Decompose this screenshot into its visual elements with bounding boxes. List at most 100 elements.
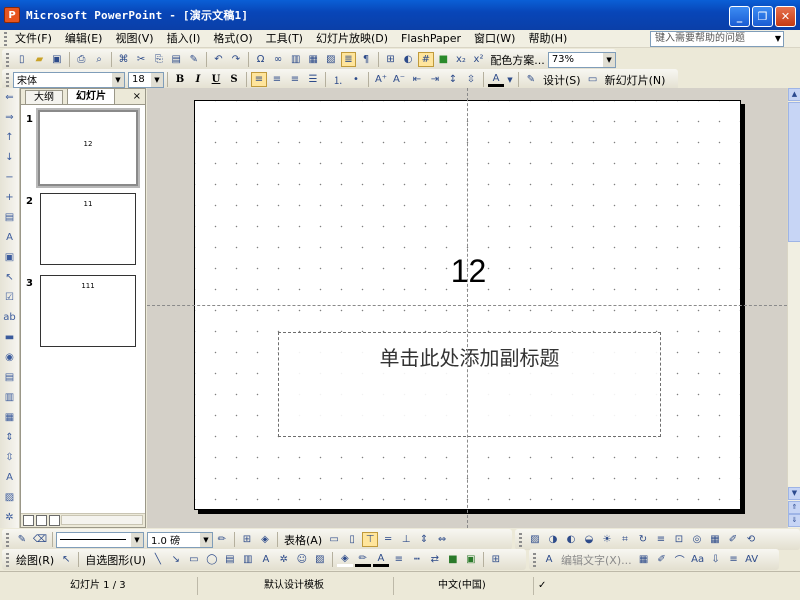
menu-grip[interactable] <box>4 31 7 46</box>
cut-icon[interactable]: ✂ <box>133 52 149 67</box>
numbering-icon[interactable]: ⒈ <box>330 72 346 87</box>
zoom-select[interactable]: 73% ▼ <box>547 51 617 68</box>
border-color-icon[interactable]: ✏ <box>214 532 230 547</box>
crop-icon[interactable]: ⌗ <box>617 532 633 547</box>
scroll-down-icon[interactable]: ▼ <box>788 487 800 500</box>
menu-edit[interactable]: 编辑(E) <box>61 30 112 48</box>
print-icon[interactable]: ⎙ <box>74 52 90 67</box>
toolbar-grip[interactable] <box>533 552 536 567</box>
help-search-input[interactable]: 键入需要帮助的问题 ▼ <box>650 31 784 47</box>
toolbar-grip[interactable] <box>6 72 9 87</box>
wordart-shape-icon[interactable]: ⌒ <box>672 552 688 567</box>
pointer-icon[interactable]: ↖ <box>3 272 16 285</box>
border-style-select[interactable]: ▼ <box>56 531 144 548</box>
close-icon[interactable]: × <box>133 91 141 102</box>
slide-thumbnail-1[interactable]: 12 <box>38 110 138 186</box>
line-color-icon[interactable]: ✏ <box>354 552 371 567</box>
chevron-down-icon[interactable]: ▼ <box>200 532 212 547</box>
abl-icon[interactable]: ab <box>3 312 16 325</box>
align-bottom-icon[interactable]: ⊥ <box>398 532 414 547</box>
compress-icon[interactable]: ⊡ <box>671 532 687 547</box>
scroll-thumb[interactable] <box>788 102 800 242</box>
line-spacing-icon[interactable]: ↕ <box>445 72 461 87</box>
slide-thumbnail-2[interactable]: 11 <box>40 193 136 265</box>
align-left-icon[interactable]: ≡ <box>251 72 267 87</box>
reset-picture-icon[interactable]: ⟲ <box>743 532 759 547</box>
slideshow-icon[interactable] <box>49 515 60 526</box>
more-controls-icon[interactable]: ✲ <box>3 512 16 525</box>
grid-guides-icon[interactable]: ⊞ <box>488 552 504 567</box>
slide-title[interactable]: 12 <box>195 253 742 290</box>
table-menu-button[interactable]: 表格(A) <box>284 532 322 548</box>
demote-icon[interactable]: ⇒ <box>3 112 16 125</box>
menu-slideshow[interactable]: 幻灯片放映(D) <box>312 30 397 48</box>
decrease-font-icon[interactable]: A⁻ <box>391 72 407 87</box>
previous-slide-icon[interactable]: ⇑ <box>788 501 800 514</box>
research-icon[interactable]: ⌘ <box>116 52 132 67</box>
expand-all-icon[interactable]: ≣ <box>340 52 357 67</box>
menu-file[interactable]: 文件(F) <box>11 30 61 48</box>
dash-style-icon[interactable]: ┅ <box>409 552 425 567</box>
menu-flashpaper[interactable]: FlashPaper <box>397 30 470 48</box>
format-picture-icon[interactable]: ▦ <box>707 532 723 547</box>
less-contrast-icon[interactable]: ◒ <box>581 532 597 547</box>
radio-icon[interactable]: ◉ <box>3 352 16 365</box>
increase-indent-icon[interactable]: ⇥ <box>427 72 443 87</box>
vertical-guide[interactable] <box>467 88 468 528</box>
normal-view-icon[interactable] <box>23 515 34 526</box>
autoshapes-menu-button[interactable]: 自选图形(U) <box>85 552 146 568</box>
superscript-icon[interactable]: x² <box>471 52 487 67</box>
line-tool-icon[interactable]: ╲ <box>150 552 166 567</box>
decrease-indent-icon[interactable]: ⇤ <box>409 72 425 87</box>
bullets-icon[interactable]: • <box>348 72 364 87</box>
split-cell-icon[interactable]: ▯ <box>344 532 360 547</box>
fill-color-icon[interactable]: ◈ <box>336 552 353 567</box>
scroll-icon[interactable]: ⇳ <box>3 452 16 465</box>
show-formatting-icon[interactable]: A <box>3 232 16 245</box>
slide-sorter-icon[interactable] <box>36 515 47 526</box>
insert-picture-icon[interactable]: ▨ <box>527 532 543 547</box>
more-brightness-icon[interactable]: ☀ <box>599 532 615 547</box>
bold-button[interactable]: B <box>172 72 188 87</box>
menu-insert[interactable]: 插入(I) <box>163 30 210 48</box>
select-objects-icon[interactable]: ↖ <box>58 552 74 567</box>
print-preview-icon[interactable]: ⌕ <box>91 52 107 67</box>
chevron-down-icon[interactable]: ▼ <box>603 52 616 67</box>
insert-wordart-icon[interactable]: A <box>541 552 557 567</box>
chevron-down-icon[interactable]: ▼ <box>775 32 781 46</box>
color-scheme-button[interactable]: 配色方案... <box>490 52 545 68</box>
close-button[interactable]: ✕ <box>775 6 796 27</box>
edit-text-button[interactable]: 编辑文字(X)... <box>561 552 632 568</box>
slide-thumbnail-3[interactable]: 111 <box>40 275 136 347</box>
open-folder-icon[interactable]: ▰ <box>32 52 48 67</box>
align-right-icon[interactable]: ≡ <box>287 72 303 87</box>
wordart-icon[interactable]: A <box>258 552 274 567</box>
menu-help[interactable]: 帮助(H) <box>524 30 576 48</box>
eraser-icon[interactable]: ⌫ <box>32 532 48 547</box>
more-contrast-icon[interactable]: ◐ <box>563 532 579 547</box>
toolbar-grip[interactable] <box>6 52 9 67</box>
powerpoint-app-icon[interactable]: P <box>4 7 20 23</box>
arrow-tool-icon[interactable]: ↘ <box>168 552 184 567</box>
design-button[interactable]: 设计(S) <box>543 72 581 88</box>
horizontal-scrollbar[interactable] <box>61 515 143 525</box>
show-grid-icon[interactable]: # <box>417 52 434 67</box>
menu-view[interactable]: 视图(V) <box>111 30 162 48</box>
check-icon[interactable]: ☑ <box>3 292 16 305</box>
clipart-icon[interactable]: ☺ <box>294 552 310 567</box>
arrow-style-icon[interactable]: ⇄ <box>427 552 443 567</box>
toolbar-grip[interactable] <box>6 552 9 567</box>
new-document-icon[interactable]: ▯ <box>14 52 30 67</box>
toolbar-grip[interactable] <box>6 532 9 547</box>
image-icon[interactable]: ▨ <box>3 492 16 505</box>
symbol-icon[interactable]: Ω <box>253 52 269 67</box>
label-a-icon[interactable]: A <box>3 472 16 485</box>
chevron-down-icon[interactable]: ▼ <box>151 72 163 87</box>
wordart-gallery-icon[interactable]: ▦ <box>636 552 652 567</box>
button-icon[interactable]: ▬ <box>3 332 16 345</box>
oval-tool-icon[interactable]: ◯ <box>204 552 220 567</box>
tab-outline[interactable]: 大纲 <box>25 90 63 104</box>
distribute-columns-icon[interactable]: ⇔ <box>434 532 450 547</box>
draw-table-icon[interactable]: ✎ <box>14 532 30 547</box>
line-style-icon[interactable]: ≡ <box>391 552 407 567</box>
